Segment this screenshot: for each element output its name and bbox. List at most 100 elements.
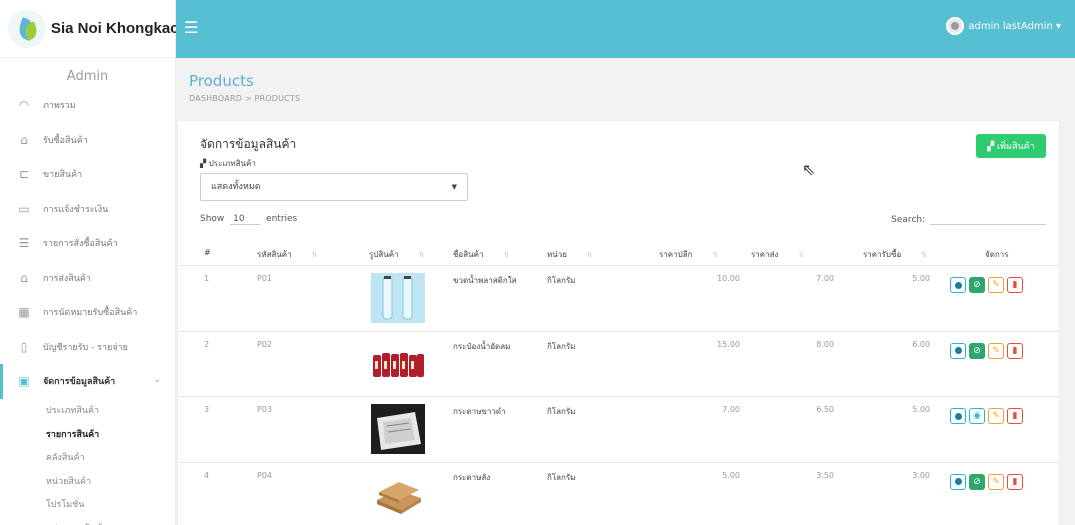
sidebar-item-icon: ▭	[18, 201, 30, 216]
sort-icon: ⇅	[921, 251, 928, 259]
sort-icon: ⇅	[503, 251, 510, 259]
edit-icon[interactable]: ✎	[988, 408, 1004, 424]
sidebar-item[interactable]: ▭ การแจ้งชำระเงิน	[0, 192, 175, 227]
sidebar-item-label: รับซื้อสินค้า	[43, 135, 88, 146]
breadcrumb[interactable]: DASHBOARD > PRODUCTS	[189, 94, 300, 103]
row-actions: ⊘ ✎ ▮	[950, 277, 1026, 293]
page-size-select[interactable]: 10	[230, 214, 261, 225]
page-size-control: Show 10 entries	[200, 214, 297, 225]
hamburger-menu-icon[interactable]: ☰	[184, 20, 198, 36]
sidebar-item-icon: ⌂	[20, 132, 28, 147]
sidebar-subitem[interactable]: รายการสินค้า	[0, 422, 175, 446]
wholesale-price: 6.50	[816, 405, 834, 414]
row-actions: ⊘ ✎ ▮	[950, 473, 1026, 490]
sidebar-subitem[interactable]: แปรสภาพสินค้า	[0, 516, 175, 525]
delete-icon[interactable]: ▮	[1007, 277, 1023, 293]
wholesale-price: 8.00	[816, 339, 834, 349]
sidebar-item-icon: ▯	[20, 339, 28, 354]
column-header[interactable]: ราคารับซื้อ ⇅	[863, 248, 927, 261]
info-icon[interactable]	[950, 277, 966, 293]
add-product-button[interactable]: ▞ เพิ่มสินค้า	[976, 134, 1046, 158]
product-name: กระดาษขาวดำ	[453, 407, 506, 416]
sort-icon: ⇅	[712, 251, 719, 259]
sidebar-item-label: บัญชีรายรับ - รายจ่าย	[43, 342, 128, 353]
category-select-value: แสดงทั้งหมด	[211, 182, 261, 192]
app-title: Sia Noi Khongkao	[51, 20, 180, 37]
column-header[interactable]: รหัสสินค้า ⇅	[257, 248, 318, 261]
row-actions: ◉ ✎ ▮	[950, 408, 1026, 424]
info-icon[interactable]	[950, 473, 966, 490]
user-menu[interactable]: admin lastAdmin ▾	[946, 17, 1061, 35]
sidebar-item[interactable]: ⌂ รับซื้อสินค้า	[0, 123, 175, 158]
search-control: Search:	[891, 214, 1046, 225]
column-header[interactable]: #	[204, 248, 211, 257]
column-header[interactable]: จัดการ	[985, 248, 1009, 261]
product-image	[371, 273, 425, 323]
buy-price: 5.00	[912, 274, 930, 283]
visibility-toggle-icon[interactable]: ⊘	[969, 277, 985, 293]
sidebar-subitem[interactable]: โปรโมชั่น	[0, 493, 175, 517]
column-header[interactable]: หน่วย ⇅	[547, 248, 593, 261]
edit-icon[interactable]: ✎	[988, 277, 1004, 293]
row-number: 2	[204, 339, 210, 349]
delete-icon[interactable]: ▮	[1007, 342, 1023, 359]
sidebar-item-icon: ▦	[18, 305, 30, 320]
product-name: กระป๋องน้ำอัดลม	[453, 341, 511, 351]
visibility-toggle-icon[interactable]: ⊘	[969, 342, 985, 359]
show-label: Show	[200, 214, 225, 224]
page-title: Products	[189, 72, 254, 90]
product-name: กระดาษลัง	[453, 472, 491, 482]
row-number: 4	[204, 470, 210, 480]
product-code: P03	[257, 405, 273, 414]
sidebar-item-label: จัดการข้อมูลสินค้า	[43, 377, 116, 388]
sort-icon: ⇅	[311, 251, 318, 259]
visibility-toggle-icon[interactable]: ⊘	[969, 473, 985, 490]
sidebar-item[interactable]: ⊏ ขายสินค้า	[0, 157, 175, 192]
edit-icon[interactable]: ✎	[988, 342, 1004, 359]
column-header[interactable]: ราคาส่ง ⇅	[751, 248, 804, 261]
sidebar-item-label: ขายสินค้า	[43, 170, 83, 181]
product-unit: กิโลกรัม	[547, 341, 576, 351]
column-header[interactable]: ชื่อสินค้า ⇅	[453, 248, 509, 261]
brand-logo[interactable]: Sia Noi Khongkao	[0, 0, 180, 58]
product-unit: กิโลกรัม	[547, 472, 576, 482]
sidebar-subitem[interactable]: ประเภทสินค้า	[0, 399, 175, 423]
visibility-toggle-icon[interactable]: ◉	[969, 408, 985, 424]
leaf-logo-icon	[8, 9, 46, 48]
sidebar-heading: Admin	[66, 69, 109, 84]
column-header[interactable]: ราคาปลีก ⇅	[659, 248, 718, 261]
sidebar-item[interactable]: ▦ การนัดหมายรับซื้อสินค้า	[0, 295, 175, 330]
row-number: 3	[204, 405, 210, 414]
row-actions: ⊘ ✎ ▮	[950, 342, 1026, 359]
card-title: จัดการข้อมูลสินค้า	[200, 137, 297, 151]
search-input[interactable]	[930, 214, 1046, 225]
column-header-label: หน่วย	[547, 250, 567, 259]
delete-icon[interactable]: ▮	[1007, 408, 1023, 424]
mouse-cursor-icon: ⇖	[802, 160, 816, 179]
delete-icon[interactable]: ▮	[1007, 473, 1023, 490]
sidebar-subitem[interactable]: หน่วยสินค้า	[0, 469, 175, 493]
sort-icon: ⇅	[418, 251, 425, 259]
buy-price: 6.00	[912, 339, 930, 349]
product-code: P01	[257, 274, 273, 283]
edit-icon[interactable]: ✎	[988, 473, 1004, 490]
category-select[interactable]: แสดงทั้งหมด ▼	[200, 173, 468, 201]
sidebar-item-label: การแจ้งชำระเงิน	[43, 204, 109, 215]
table-row: 3 P03 กระดาษขาวดำ กิโลกรัม 7.00 6.50 5.00 ◉ ✎ ▮	[178, 396, 1059, 461]
info-icon[interactable]	[950, 408, 966, 424]
buy-price: 5.00	[912, 405, 930, 414]
sidebar-item[interactable]: ☰ รายการสั่งซื้อสินค้า	[0, 226, 175, 261]
sidebar-item[interactable]: ◠ ภาพรวม	[0, 88, 175, 123]
column-header-label: จัดการ	[985, 250, 1009, 259]
category-label: ▞ ประเภทสินค้า	[200, 159, 256, 168]
column-header[interactable]: รูปสินค้า ⇅	[369, 248, 424, 261]
sidebar-item[interactable]: ⌂ การส่งสินค้า	[0, 261, 175, 296]
column-header-label: ราคาปลีก	[659, 250, 693, 259]
info-icon[interactable]	[950, 342, 966, 359]
sidebar-subitem[interactable]: คลังสินค้า	[0, 446, 175, 470]
buy-price: 3.00	[912, 470, 930, 480]
avatar	[946, 17, 965, 35]
caret-down-icon: ▼	[451, 183, 457, 191]
sidebar-item[interactable]: ▣ จัดการข้อมูลสินค้า ⌄	[0, 364, 175, 399]
sidebar-item[interactable]: ▯ บัญชีรายรับ - รายจ่าย	[0, 330, 175, 365]
